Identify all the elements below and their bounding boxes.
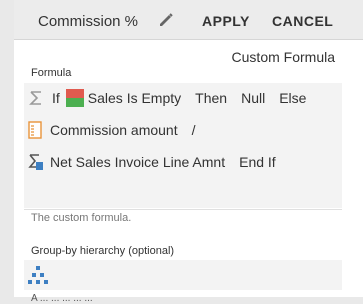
operator-divide[interactable]: / xyxy=(192,122,196,138)
custom-formula-toggle[interactable]: Custom Formula xyxy=(232,49,335,65)
groupby-hint-cutoff: A ... ... ... ... ... xyxy=(31,293,93,304)
formula-line: Commission amount / xyxy=(28,119,202,141)
formula-line: Net Sales Invoice Line Amnt End If xyxy=(28,151,282,173)
sigma-list-icon xyxy=(28,154,43,170)
formula-line: If Sales Is Empty Then Null Else xyxy=(28,87,312,109)
keyword-else[interactable]: Else xyxy=(279,90,306,106)
groupby-hierarchy-input[interactable] xyxy=(24,260,342,290)
hierarchy-icon[interactable] xyxy=(28,266,48,284)
pencil-icon[interactable] xyxy=(158,12,174,28)
field-sales-is-empty[interactable]: Sales Is Empty xyxy=(88,90,181,106)
apply-button[interactable]: APPLY xyxy=(202,13,250,29)
field-net-sales-invoice-line-amnt[interactable]: Net Sales Invoice Line Amnt xyxy=(50,154,225,170)
sigma-icon xyxy=(29,91,41,105)
formula-input[interactable]: If Sales Is Empty Then Null Else Commiss… xyxy=(24,83,342,208)
formula-divider xyxy=(24,209,342,210)
formula-label: Formula xyxy=(31,67,72,79)
formula-hint: The custom formula. xyxy=(31,212,132,224)
field-commission-amount[interactable]: Commission amount xyxy=(50,122,178,138)
flag-icon xyxy=(65,89,84,107)
keyword-end-if[interactable]: End If xyxy=(239,154,276,170)
groupby-label: Group-by hierarchy (optional) xyxy=(31,245,175,257)
editor-header: Commission % APPLY CANCEL xyxy=(14,0,363,40)
keyword-null[interactable]: Null xyxy=(241,90,265,106)
column-title[interactable]: Commission % xyxy=(38,13,138,30)
keyword-if[interactable]: If xyxy=(52,90,60,106)
cancel-button[interactable]: CANCEL xyxy=(272,13,333,29)
list-icon xyxy=(28,121,42,139)
keyword-then[interactable]: Then xyxy=(195,90,227,106)
